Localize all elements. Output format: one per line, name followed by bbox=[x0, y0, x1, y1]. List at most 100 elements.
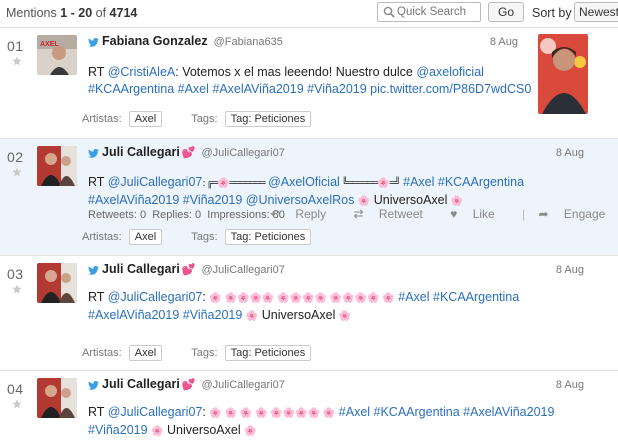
text-rt: RT bbox=[88, 290, 108, 304]
avatar[interactable] bbox=[37, 263, 77, 303]
artistas-label: Artistas: bbox=[82, 231, 122, 243]
mentions-of: of bbox=[92, 6, 110, 20]
search-icon bbox=[383, 6, 395, 18]
mentions-total: 4714 bbox=[109, 6, 138, 20]
heart-icon: 💕 bbox=[181, 379, 196, 391]
text-decoration: ╚══════ bbox=[339, 178, 378, 189]
reply-action[interactable]: ↶ Reply bbox=[270, 207, 338, 221]
mention-link[interactable]: @JuliCallegari07 bbox=[108, 290, 203, 304]
flower-icon: 🌸 bbox=[245, 311, 259, 322]
tweet-image[interactable] bbox=[538, 34, 588, 114]
text-body: : bbox=[202, 405, 206, 419]
hashtags-link[interactable]: #AxelAViña2019 #Viña2019 bbox=[88, 308, 242, 322]
post-date: 8 Aug bbox=[555, 264, 584, 276]
tag-chip[interactable]: Tag: Peticiones bbox=[224, 345, 312, 361]
author-handle[interactable]: @Fabiana635 bbox=[214, 36, 283, 48]
action-divider: | bbox=[522, 207, 526, 221]
tag-chip[interactable]: Tag: Peticiones bbox=[224, 229, 312, 245]
go-button[interactable]: Go bbox=[488, 2, 524, 22]
mention-link[interactable]: @JuliCallegari07 bbox=[108, 405, 203, 419]
tweet-stats: Retweets: 0 Replies: 0 Impressions: 80 bbox=[88, 209, 285, 221]
text-decoration: ═══════ bbox=[229, 178, 265, 189]
mention-row: 03 Juli Callegari 💕 @JuliCallegari07 8 Aug… bbox=[0, 256, 618, 371]
quick-search-box[interactable] bbox=[377, 2, 481, 22]
retweet-label: Retweet bbox=[378, 207, 423, 221]
flower-icon: 🌸 bbox=[338, 311, 352, 322]
post-date: 8 Aug bbox=[555, 147, 584, 159]
row-number: 03 bbox=[7, 266, 24, 282]
mentions-count: Mentions 1 - 20 of 4714 bbox=[6, 6, 137, 20]
heart-icon: 💕 bbox=[181, 147, 196, 159]
replies-count: Replies: 0 bbox=[152, 209, 202, 221]
twitter-bird-icon bbox=[88, 266, 99, 275]
tweet-text: RT @JuliCallegari07: ╔═🌸═══════ @AxelOfi… bbox=[88, 174, 524, 210]
author-handle[interactable]: @JuliCallegari07 bbox=[202, 147, 285, 159]
flower-icon: 🌸 bbox=[244, 426, 257, 437]
mention-row: 04 Juli Callegari 💕 @JuliCallegari07 8 Aug… bbox=[0, 371, 618, 447]
retweet-icon: ⇄ bbox=[353, 207, 364, 221]
mention-link[interactable]: @CristiAleA bbox=[108, 65, 176, 79]
mention-link[interactable]: @AxelOficial bbox=[268, 175, 340, 189]
hashtags-link[interactable]: #Viña2019 bbox=[88, 423, 148, 437]
post-date: 8 Aug bbox=[489, 36, 518, 48]
hashtags-link[interactable]: #Axel #KCAArgentina bbox=[403, 175, 524, 189]
flower-icon: 🌸 bbox=[151, 426, 164, 437]
flower-icon: 🌸 bbox=[216, 178, 230, 189]
artist-tags-row: Artistas: Axel Tags: Tag: Peticiones bbox=[82, 229, 312, 245]
author-name[interactable]: Juli Callegari 💕 @JuliCallegari07 bbox=[102, 145, 285, 159]
like-action[interactable]: ♥ Like bbox=[450, 207, 506, 221]
star-icon[interactable] bbox=[12, 56, 22, 66]
sort-select[interactable]: Newest bbox=[574, 2, 618, 22]
tags-label: Tags: bbox=[191, 347, 218, 359]
tag-chip[interactable]: Tag: Peticiones bbox=[224, 111, 312, 127]
avatar[interactable] bbox=[37, 378, 77, 418]
text-body: : Votemos x el mas leeendo! Nuestro dulc… bbox=[175, 65, 417, 79]
tags-label: Tags: bbox=[191, 231, 218, 243]
tags-label: Tags: bbox=[191, 113, 218, 125]
mentions-range: 1 - 20 bbox=[60, 6, 93, 20]
mentions-prefix: Mentions bbox=[6, 6, 61, 20]
star-icon[interactable] bbox=[12, 399, 22, 409]
artist-tags-row: Artistas: Axel Tags: Tag: Peticiones bbox=[82, 345, 312, 361]
like-icon: ♥ bbox=[450, 207, 458, 221]
author-name[interactable]: Fabiana Gonzalez @Fabiana635 bbox=[102, 34, 283, 48]
author-name-text: Juli Callegari bbox=[102, 377, 180, 391]
author-name-text: Juli Callegari bbox=[102, 145, 180, 159]
tweet-text: RT @CristiAleA: Votemos x el mas leeendo… bbox=[88, 64, 531, 98]
tweet-text: RT @JuliCallegari07: 🌸 🌸🌸🌸🌸 🌸🌸🌸🌸 🌸🌸🌸🌸 🌸 … bbox=[88, 289, 519, 325]
flower-icon: 🌸 bbox=[357, 196, 371, 207]
artistas-label: Artistas: bbox=[82, 347, 122, 359]
twitter-bird-icon bbox=[88, 149, 99, 158]
mention-link[interactable]: @JuliCallegari07 bbox=[108, 175, 203, 189]
avatar[interactable]: AXEL bbox=[37, 35, 77, 75]
star-icon[interactable] bbox=[12, 167, 22, 177]
hashtags-link[interactable]: #KCAArgentina #Axel #AxelAViña2019 #Viña… bbox=[88, 82, 531, 96]
retweet-action[interactable]: ⇄ Retweet bbox=[353, 207, 434, 221]
engage-action[interactable]: ➦ Engage bbox=[539, 207, 618, 221]
hashtags-link[interactable]: #Axel #KCAArgentina #AxelAViña2019 bbox=[339, 405, 555, 419]
star-icon[interactable] bbox=[12, 284, 22, 294]
artist-chip[interactable]: Axel bbox=[128, 229, 163, 245]
quick-search-input[interactable] bbox=[397, 4, 479, 20]
text-body: UniversoAxel bbox=[163, 423, 241, 437]
artist-chip[interactable]: Axel bbox=[128, 345, 163, 361]
like-label: Like bbox=[472, 207, 495, 221]
author-name[interactable]: Juli Callegari 💕 @JuliCallegari07 bbox=[102, 262, 285, 276]
mention-link[interactable]: @axeloficial bbox=[416, 65, 484, 79]
flower-icon: 🌸 bbox=[377, 178, 390, 189]
engage-label: Engage bbox=[563, 207, 606, 221]
hashtags-link[interactable]: #Axel #KCAArgentina bbox=[398, 290, 519, 304]
hashtags-link[interactable]: #AxelAViña2019 #Viña2019 @UniversoAxelRo… bbox=[88, 193, 354, 207]
twitter-bird-icon bbox=[88, 381, 99, 390]
text-body: UniversoAxel bbox=[258, 308, 336, 322]
author-name[interactable]: Juli Callegari 💕 @JuliCallegari07 bbox=[102, 377, 285, 391]
text-decoration: ═╝ bbox=[389, 178, 401, 189]
author-handle[interactable]: @JuliCallegari07 bbox=[202, 379, 285, 391]
reply-icon: ↶ bbox=[270, 207, 281, 221]
avatar[interactable] bbox=[37, 146, 77, 186]
artist-chip[interactable]: Axel bbox=[128, 111, 163, 127]
sort-by-label: Sort by bbox=[532, 6, 572, 20]
row-number: 01 bbox=[7, 38, 24, 54]
text-rt: RT bbox=[88, 405, 108, 419]
author-handle[interactable]: @JuliCallegari07 bbox=[202, 264, 285, 276]
